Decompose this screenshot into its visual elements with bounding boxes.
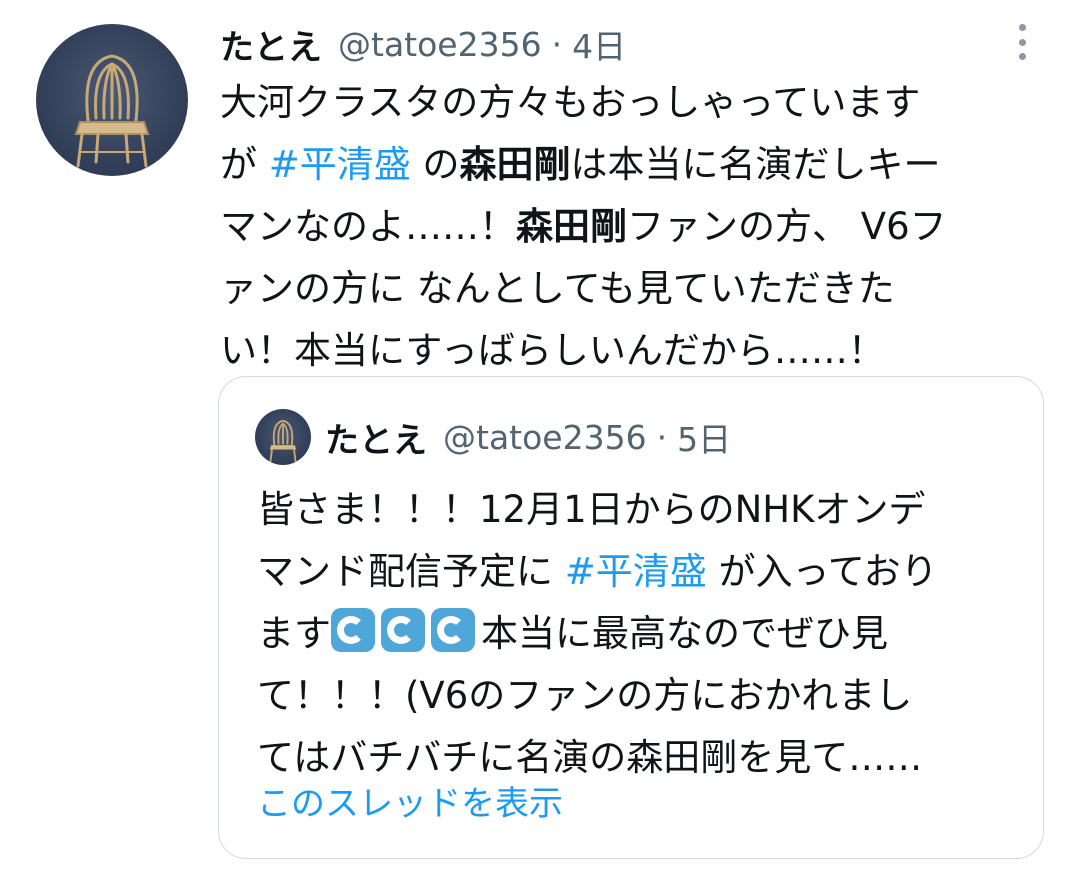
separator-dot: · [656,417,668,457]
text-fragment: が [220,143,269,186]
text-fragment: は本当に名演だしキー [570,143,941,186]
text-fragment: マンド配信予定に [257,550,565,593]
quoted-tweet-header: たとえ @tatoe2356 · 5日 [325,411,731,463]
text-fragment: の [410,143,460,186]
author-handle[interactable]: @tatoe2356 [338,25,542,64]
quoted-text-line: マンド配信予定に #平清盛 が入っており [257,541,1017,603]
quoted-text-line: ます 本当に最高なのでぜひ見 [257,603,1017,665]
show-thread-link[interactable]: このスレッドを表示 [257,773,563,835]
hashtag-link: #平清盛 [564,550,707,593]
tweet-text: 大河クラスタの方々もおっしゃっています が #平清盛 の森田剛は本当に名演だしキ… [220,72,1020,382]
highlighted-keyword: 森田剛 [459,143,571,186]
highlighted-keyword: 森田剛 [516,205,627,248]
more-dot [1018,53,1026,60]
text-fragment: ます [257,612,331,655]
separator-dot: · [551,24,563,64]
text-fragment: マンなのよ……！ [220,205,516,248]
tweet-text-line: が #平清盛 の森田剛は本当に名演だしキー [220,134,1020,196]
quoted-author-handle: @tatoe2356 [443,417,647,457]
hashtag-link[interactable]: #平清盛 [269,143,411,186]
chair-icon [269,419,297,463]
text-fragment: が入っており [706,550,938,593]
more-dot [1018,24,1026,31]
more-dot [1018,38,1026,46]
tweet-text-line: 大河クラスタの方々もおっしゃっています [220,81,921,124]
water-wave-emoji-icon [431,608,475,652]
author-name[interactable]: たとえ [220,20,322,69]
chair-icon [74,54,150,168]
tweet: たとえ @tatoe2356 · 4日 大河クラスタの方々もおっしゃっています … [0,0,1080,873]
more-options-icon[interactable] [1008,20,1036,64]
water-wave-emoji-icon [331,608,375,652]
text-fragment: ファンの方、 V6フ [627,205,947,248]
tweet-text-line: マンなのよ……！森田剛ファンの方、 V6フ [220,196,1020,258]
quoted-tweet-timestamp: 5日 [677,420,732,459]
tweet-text-line: い！本当にすっばらしいんだから……！ [220,329,885,372]
quoted-author-name: たとえ [325,420,427,461]
quoted-author-avatar [255,409,311,465]
water-wave-emoji-icon [381,608,425,652]
quoted-tweet-text: 皆さま！！！12月1日からのNHKオンデ マンド配信予定に #平清盛 が入ってお… [257,479,1017,789]
quoted-text-line: て！！！(V6のファンの方におかれまし [257,674,913,717]
quoted-text-line: 皆さま！！！12月1日からのNHKオンデ [257,488,926,531]
tweet-timestamp[interactable]: 4日 [572,20,626,68]
text-fragment: 本当に最高なのでぜひ見 [481,612,888,655]
tweet-text-line: ァンの方に なんとしても見ていただきた [220,267,895,310]
author-avatar[interactable] [36,24,188,176]
tweet-header: たとえ @tatoe2356 · 4日 [220,20,626,68]
quoted-tweet-card[interactable]: たとえ @tatoe2356 · 5日 皆さま！！！12月1日からのNHKオンデ… [218,376,1044,859]
